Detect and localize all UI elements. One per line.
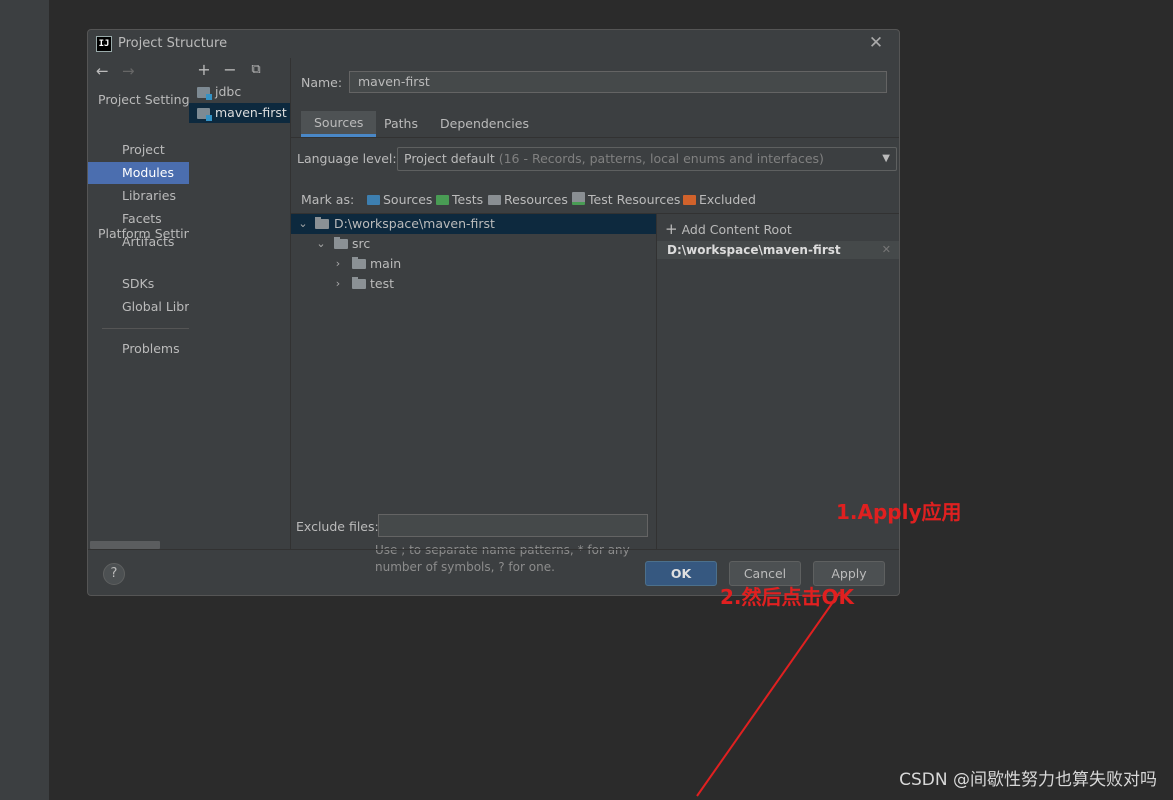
tree-row[interactable]: › main: [291, 254, 656, 274]
project-settings-header: Project Settings: [98, 92, 190, 107]
ide-side-strip: [0, 0, 49, 800]
tree-label: D:\workspace\maven-first: [334, 216, 495, 231]
nav-item-project[interactable]: Project: [88, 139, 189, 161]
nav-divider: [102, 328, 189, 329]
tab-sources[interactable]: Sources: [301, 111, 377, 137]
language-level-label: Language level:: [297, 151, 397, 166]
tree-label: src: [352, 236, 371, 251]
language-level-detail: (16 - Records, patterns, local enums and…: [498, 151, 824, 166]
language-level-value: Project default: [404, 151, 495, 166]
mark-tests-label: Tests: [452, 192, 484, 207]
nav-item-libraries[interactable]: Libraries: [88, 185, 189, 207]
chevron-right-icon[interactable]: ›: [332, 254, 344, 274]
arrow-line: [696, 591, 841, 797]
tree-label: main: [370, 256, 402, 271]
chevron-down-icon: ▼: [882, 153, 890, 164]
mark-excluded-button[interactable]: Excluded: [683, 192, 756, 207]
chevron-down-icon[interactable]: ⌄: [315, 234, 327, 254]
mark-sources-label: Sources: [383, 192, 433, 207]
mark-excluded-label: Excluded: [699, 192, 756, 207]
content-root-label: D:\workspace\maven-first: [667, 243, 841, 257]
nav-item-problems[interactable]: Problems: [88, 338, 189, 360]
forward-arrow-icon[interactable]: →: [122, 62, 135, 80]
mark-test-resources-label: Test Resources: [588, 192, 681, 207]
plus-icon: +: [665, 220, 678, 238]
back-arrow-icon[interactable]: ←: [96, 62, 109, 80]
sources-folder-icon: [367, 195, 380, 205]
module-item-maven-first[interactable]: maven-first: [189, 103, 290, 123]
dialog-title: Project Structure: [118, 36, 228, 51]
add-content-root-label: Add Content Root: [681, 222, 792, 237]
close-icon[interactable]: ✕: [867, 34, 885, 52]
project-structure-dialog: IJ Project Structure ✕ ← → Project Setti…: [87, 29, 900, 596]
copy-module-icon[interactable]: ⧉: [247, 60, 265, 80]
annotation-step1: 1.Apply应用: [836, 500, 962, 524]
language-level-select[interactable]: Project default (16 - Records, patterns,…: [397, 147, 897, 171]
exclude-files-label: Exclude files:: [296, 519, 379, 534]
exclude-files-hint: Use ; to separate name patterns, * for a…: [375, 542, 645, 576]
annotation-step2: 2.然后点击OK: [720, 585, 855, 609]
intellij-app-icon: IJ: [96, 36, 112, 52]
chevron-right-icon[interactable]: ›: [332, 274, 344, 294]
mark-resources-button[interactable]: Resources: [488, 192, 568, 207]
tests-folder-icon: [436, 195, 449, 205]
tab-paths[interactable]: Paths: [371, 111, 431, 137]
tree-row[interactable]: ⌄ D:\workspace\maven-first: [291, 214, 656, 234]
chevron-down-icon[interactable]: ⌄: [297, 214, 309, 234]
folder-icon: [334, 237, 348, 249]
module-settings-panel: Name: maven-first Sources Paths Dependen…: [291, 58, 899, 574]
settings-nav: ← → Project Settings Project Modules Lib…: [88, 58, 190, 549]
dialog-titlebar: IJ Project Structure ✕: [88, 30, 899, 58]
mark-sources-button[interactable]: Sources: [367, 192, 432, 207]
add-content-root-button[interactable]: + Add Content Root: [665, 220, 792, 238]
name-label: Name:: [301, 75, 343, 90]
platform-settings-header: Platform Settings: [98, 226, 189, 241]
hint-line-1: Use ; to separate name patterns, * for a…: [375, 543, 630, 557]
excluded-folder-icon: [683, 195, 696, 205]
tree-row[interactable]: › test: [291, 274, 656, 294]
help-button[interactable]: ?: [103, 563, 125, 585]
module-icon: [197, 108, 212, 121]
folder-icon: [352, 277, 366, 289]
hint-line-2: number of symbols, ? for one.: [375, 560, 555, 574]
nav-item-modules[interactable]: Modules: [88, 162, 189, 184]
module-icon: [197, 87, 212, 100]
exclude-files-input[interactable]: [378, 514, 648, 537]
mark-as-label: Mark as:: [301, 192, 355, 207]
nav-item-sdks[interactable]: SDKs: [88, 273, 189, 295]
remove-root-icon[interactable]: ✕: [882, 241, 891, 259]
tree-row[interactable]: ⌄ src: [291, 234, 656, 254]
tab-dependencies[interactable]: Dependencies: [427, 111, 542, 137]
nav-item-global-libraries[interactable]: Global Libraries: [88, 296, 189, 318]
test-resources-folder-icon: [572, 192, 585, 205]
folder-icon: [352, 257, 366, 269]
module-label: jdbc: [215, 84, 242, 99]
add-module-icon[interactable]: +: [195, 60, 213, 80]
csdn-watermark: CSDN @间歇性努力也算失败对吗: [899, 770, 1157, 790]
footer-divider: [88, 549, 899, 550]
module-item-jdbc[interactable]: jdbc: [189, 82, 290, 102]
resources-folder-icon: [488, 195, 501, 205]
content-root-tree: ⌄ D:\workspace\maven-first ⌄ src › main …: [291, 213, 657, 574]
mark-test-resources-button[interactable]: Test Resources: [572, 192, 680, 207]
ok-button[interactable]: OK: [645, 561, 717, 586]
module-list-panel: + − ⧉ jdbc maven-first: [189, 58, 291, 549]
content-root-item[interactable]: D:\workspace\maven-first ✕: [657, 241, 899, 259]
mark-tests-button[interactable]: Tests: [436, 192, 483, 207]
tab-divider: [291, 137, 899, 138]
module-name-input[interactable]: maven-first: [349, 71, 887, 93]
module-label: maven-first: [215, 105, 287, 120]
remove-module-icon[interactable]: −: [221, 60, 239, 80]
nav-horizontal-scrollbar[interactable]: [90, 541, 160, 549]
folder-icon: [315, 217, 329, 229]
tree-label: test: [370, 276, 395, 291]
mark-resources-label: Resources: [504, 192, 568, 207]
